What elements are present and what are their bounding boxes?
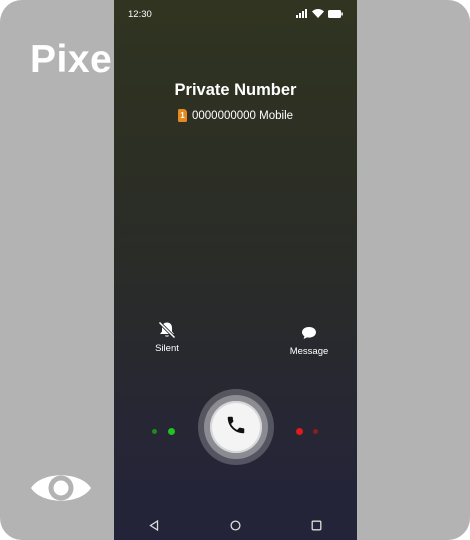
message-button[interactable]: Message [274,323,344,357]
caller-name: Private Number [174,81,297,99]
navigation-bar [114,510,357,540]
caller-number: 0000000000 Mobile [191,109,294,122]
home-circle-icon[interactable] [228,518,242,532]
message-label: Message [289,346,329,357]
silent-button[interactable]: Silent [132,320,202,354]
status-time: 12:30 [128,9,152,20]
phone-screen: 12:30 Private Number 1 0000000000 Mobile… [114,0,357,540]
device-frame: Pixel 5 12:30 Private Number 1 000000000… [0,0,470,540]
accept-hint-dot-small [152,429,157,434]
phone-icon [225,414,247,441]
status-bar: 12:30 [114,0,357,28]
chat-bubble-icon [298,323,320,343]
silent-label: Silent [155,343,179,354]
back-triangle-icon[interactable] [147,518,161,532]
sim-badge: 1 [177,109,187,122]
answer-button[interactable] [210,401,262,453]
accept-hint-dot-large [168,428,175,435]
answer-control[interactable] [198,389,274,465]
signal-icon [296,5,308,23]
recents-square-icon[interactable] [309,518,323,532]
eye-icon[interactable] [30,466,92,510]
caller-number-row: 1 0000000000 Mobile [114,109,357,122]
decline-hint-dot-small [313,429,318,434]
battery-icon [328,5,343,23]
status-icons [296,9,343,19]
decline-hint-dot-large [296,428,303,435]
wifi-icon [312,5,324,23]
bell-off-icon [156,320,178,340]
